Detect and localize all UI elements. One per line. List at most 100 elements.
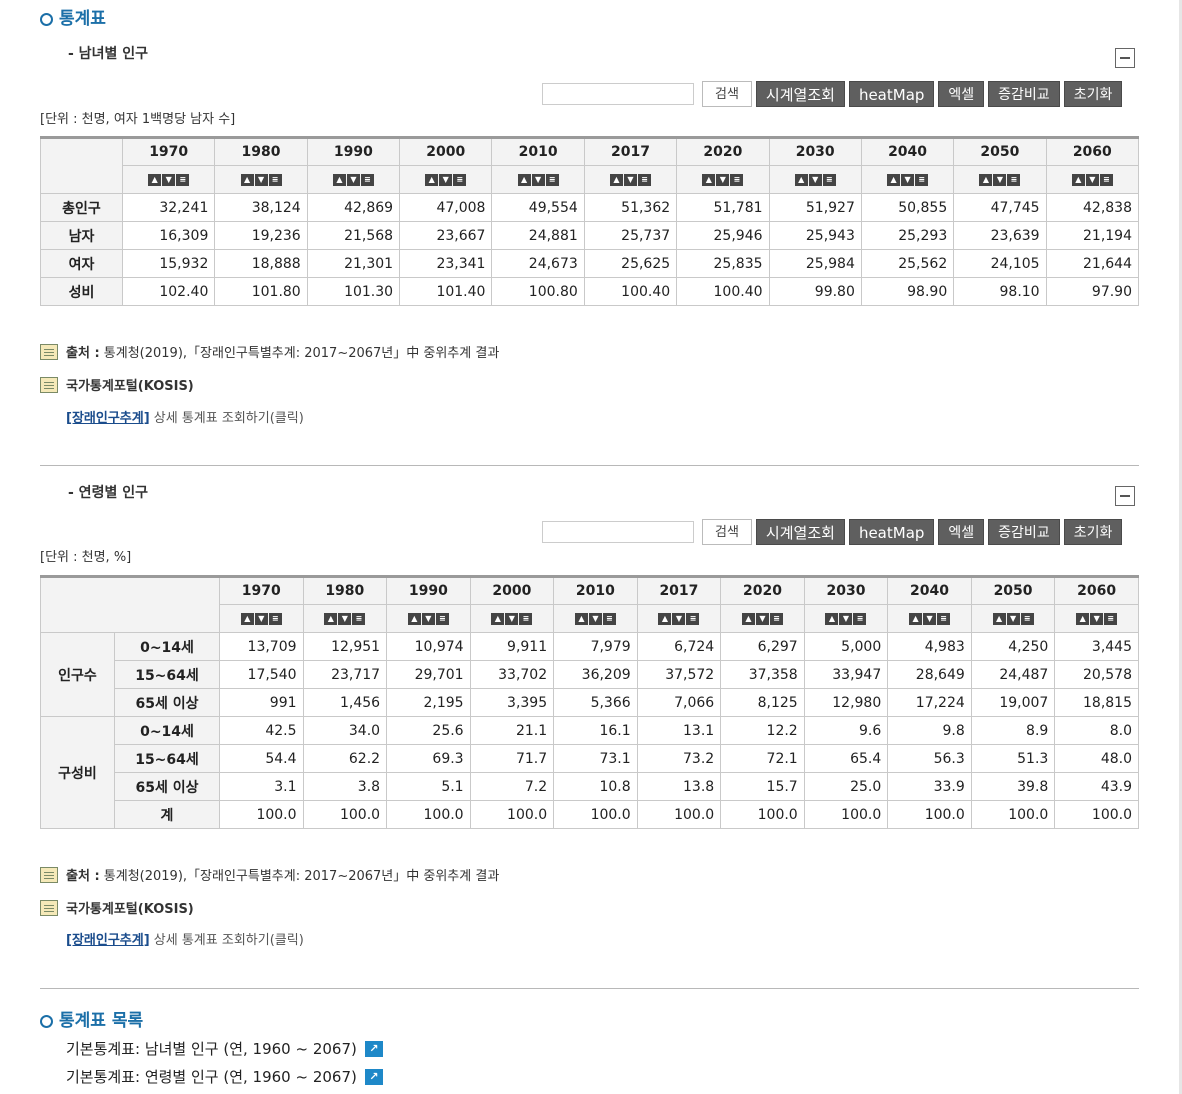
year-header[interactable]: 2017 xyxy=(636,575,722,605)
table1-search-button[interactable]: 검색 xyxy=(702,81,752,107)
sort-up-icon[interactable]: ▲ xyxy=(741,612,755,625)
sort-up-icon[interactable]: ▲ xyxy=(407,612,421,625)
table2-search-input[interactable] xyxy=(542,521,694,543)
sort-up-icon[interactable]: ▲ xyxy=(702,173,716,186)
sort-menu-icon[interactable]: ≡ xyxy=(1007,173,1021,186)
sort-down-icon[interactable]: ▼ xyxy=(1090,612,1104,625)
table2-timeseries-button[interactable]: 시계열조회 xyxy=(755,519,845,545)
sort-down-icon[interactable]: ▼ xyxy=(993,173,1007,186)
sort-down-icon[interactable]: ▼ xyxy=(716,173,730,186)
sort-menu-icon[interactable]: ≡ xyxy=(360,173,374,186)
sort-menu-icon[interactable]: ≡ xyxy=(822,173,836,186)
sort-down-icon[interactable]: ▼ xyxy=(623,173,637,186)
sort-down-icon[interactable]: ▼ xyxy=(421,612,435,625)
sort-down-icon[interactable]: ▼ xyxy=(755,612,769,625)
sort-up-icon[interactable]: ▲ xyxy=(240,173,254,186)
sort-down-icon[interactable]: ▼ xyxy=(346,173,360,186)
sort-down-icon[interactable]: ▼ xyxy=(505,612,519,625)
sort-down-icon[interactable]: ▼ xyxy=(439,173,453,186)
sort-menu-icon[interactable]: ≡ xyxy=(915,173,929,186)
year-header[interactable]: 2010 xyxy=(491,136,585,166)
sort-menu-icon[interactable]: ≡ xyxy=(268,612,282,625)
collapse-minus-icon[interactable] xyxy=(1115,486,1135,506)
sort-menu-icon[interactable]: ≡ xyxy=(730,173,744,186)
sort-menu-icon[interactable]: ≡ xyxy=(519,612,533,625)
year-header[interactable]: 2050 xyxy=(970,575,1056,605)
sort-up-icon[interactable]: ▲ xyxy=(332,173,346,186)
sort-down-icon[interactable]: ▼ xyxy=(901,173,915,186)
stat-list-item[interactable]: 기본통계표: 남녀별 인구 (연, 1960 ~ 2067) ↗ xyxy=(66,1038,383,1059)
year-header[interactable]: 2040 xyxy=(887,575,972,605)
year-header[interactable]: 2020 xyxy=(676,136,770,166)
sort-menu-icon[interactable]: ≡ xyxy=(853,612,867,625)
sort-up-icon[interactable]: ▲ xyxy=(491,612,505,625)
table1-compare-button[interactable]: 증감비교 xyxy=(988,81,1060,107)
sort-up-icon[interactable]: ▲ xyxy=(517,173,531,186)
sort-menu-icon[interactable]: ≡ xyxy=(637,173,651,186)
sort-down-icon[interactable]: ▼ xyxy=(923,612,937,625)
sort-up-icon[interactable]: ▲ xyxy=(609,173,623,186)
sort-down-icon[interactable]: ▼ xyxy=(588,612,602,625)
sort-menu-icon[interactable]: ≡ xyxy=(545,173,559,186)
sort-up-icon[interactable]: ▲ xyxy=(658,612,672,625)
sort-up-icon[interactable]: ▲ xyxy=(324,612,338,625)
year-header[interactable]: 2010 xyxy=(553,575,638,605)
year-header[interactable]: 2030 xyxy=(768,136,862,166)
sort-down-icon[interactable]: ▼ xyxy=(531,173,545,186)
year-header[interactable]: 1980 xyxy=(302,575,388,605)
external-link-icon[interactable]: ↗ xyxy=(364,1068,383,1085)
table2-excel-button[interactable]: 엑셀 xyxy=(938,519,985,545)
collapse-minus-icon[interactable] xyxy=(1115,48,1135,68)
sort-menu-icon[interactable]: ≡ xyxy=(686,612,700,625)
sort-up-icon[interactable]: ▲ xyxy=(574,612,588,625)
sort-down-icon[interactable]: ▼ xyxy=(254,173,268,186)
sort-down-icon[interactable]: ▼ xyxy=(254,612,268,625)
sort-menu-icon[interactable]: ≡ xyxy=(602,612,616,625)
table2-detail-link[interactable]: [장래인구추계] xyxy=(66,933,150,948)
sort-up-icon[interactable]: ▲ xyxy=(794,173,808,186)
sort-down-icon[interactable]: ▼ xyxy=(338,612,352,625)
external-link-icon[interactable]: ↗ xyxy=(364,1040,383,1057)
year-header[interactable]: 2040 xyxy=(860,136,955,166)
sort-down-icon[interactable]: ▼ xyxy=(1085,173,1099,186)
sort-menu-icon[interactable]: ≡ xyxy=(937,612,951,625)
sort-menu-icon[interactable]: ≡ xyxy=(1104,612,1118,625)
year-header[interactable]: 1980 xyxy=(214,136,308,166)
sort-down-icon[interactable]: ▼ xyxy=(808,173,822,186)
year-header[interactable]: 2030 xyxy=(803,575,889,605)
table1-heatmap-button[interactable]: heatMap xyxy=(848,81,935,107)
sort-menu-icon[interactable]: ≡ xyxy=(769,612,783,625)
sort-menu-icon[interactable]: ≡ xyxy=(352,612,366,625)
sort-up-icon[interactable]: ▲ xyxy=(887,173,901,186)
year-header[interactable]: 1990 xyxy=(386,575,471,605)
sort-down-icon[interactable]: ▼ xyxy=(1006,612,1020,625)
table1-timeseries-button[interactable]: 시계열조회 xyxy=(755,81,845,107)
table2-reset-button[interactable]: 초기화 xyxy=(1063,519,1123,545)
year-header[interactable]: 1970 xyxy=(121,136,216,166)
sort-menu-icon[interactable]: ≡ xyxy=(435,612,449,625)
sort-down-icon[interactable]: ▼ xyxy=(839,612,853,625)
stat-list-item[interactable]: 기본통계표: 연령별 인구 (연, 1960 ~ 2067) ↗ xyxy=(66,1066,383,1087)
sort-up-icon[interactable]: ▲ xyxy=(909,612,923,625)
table1-detail-link[interactable]: [장래인구추계] xyxy=(66,411,150,426)
year-header[interactable]: 2050 xyxy=(953,136,1047,166)
table1-search-input[interactable] xyxy=(542,83,694,105)
sort-up-icon[interactable]: ▲ xyxy=(992,612,1006,625)
sort-menu-icon[interactable]: ≡ xyxy=(453,173,467,186)
sort-down-icon[interactable]: ▼ xyxy=(162,173,176,186)
year-header[interactable]: 2060 xyxy=(1045,136,1140,166)
year-header[interactable]: 1990 xyxy=(306,136,401,166)
table2-search-button[interactable]: 검색 xyxy=(702,519,752,545)
year-header[interactable]: 2000 xyxy=(469,575,555,605)
table2-heatmap-button[interactable]: heatMap xyxy=(848,519,935,545)
sort-up-icon[interactable]: ▲ xyxy=(425,173,439,186)
sort-menu-icon[interactable]: ≡ xyxy=(268,173,282,186)
year-header[interactable]: 2020 xyxy=(720,575,805,605)
sort-up-icon[interactable]: ▲ xyxy=(148,173,162,186)
year-header[interactable]: 2017 xyxy=(583,136,678,166)
sort-up-icon[interactable]: ▲ xyxy=(1071,173,1085,186)
sort-up-icon[interactable]: ▲ xyxy=(825,612,839,625)
sort-menu-icon[interactable]: ≡ xyxy=(1020,612,1034,625)
table1-excel-button[interactable]: 엑셀 xyxy=(938,81,985,107)
table2-compare-button[interactable]: 증감비교 xyxy=(988,519,1060,545)
